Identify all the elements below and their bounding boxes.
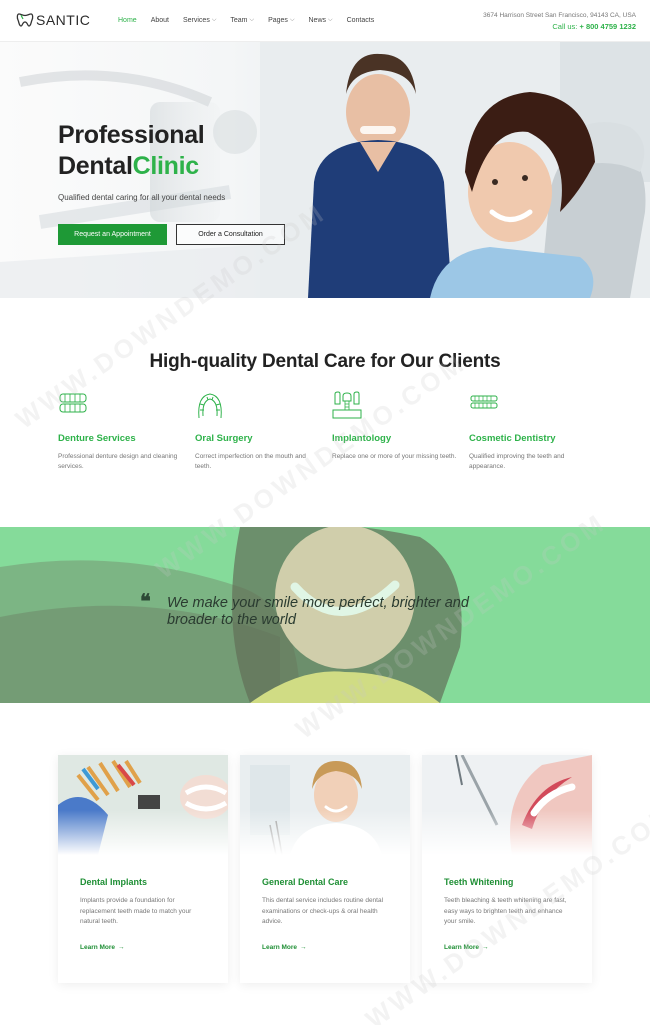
- order-consultation-button[interactable]: Order a Consultation: [176, 224, 285, 245]
- features-title: High-quality Dental Care for Our Clients: [149, 351, 501, 372]
- nav-label: Services: [182, 17, 210, 24]
- card-title: Teeth Whitening: [444, 877, 514, 887]
- phone-number: + 800 4759 1232: [579, 22, 636, 31]
- header-phone[interactable]: Call us: + 800 4759 1232: [552, 22, 636, 31]
- dentist-and-patient-photo: [260, 42, 650, 298]
- site-header: SANTIC Home About Services ⌵ Team ⌵ Pages ⌵…: [0, 0, 650, 42]
- nav-home[interactable]: Home: [118, 17, 137, 24]
- learn-more-label: Learn More: [262, 944, 298, 951]
- feature-title: Oral Surgery: [195, 433, 253, 444]
- chevron-down-icon: ⌵: [289, 17, 295, 23]
- hero-title-line2: DentalClinic: [58, 151, 204, 182]
- card-desc: Implants provide a foundation for replac…: [80, 897, 192, 925]
- feature-cosmetic-dentistry[interactable]: Cosmetic Dentistry Qualified improving t…: [469, 390, 599, 470]
- nav-contacts[interactable]: Contacts: [347, 17, 375, 24]
- call-label: Call us:: [552, 22, 578, 31]
- feature-desc: Correct imperfection on the mouth and te…: [195, 453, 306, 470]
- hero-title: Professional DentalClinic: [58, 120, 205, 182]
- learn-more-link[interactable]: Learn More →: [444, 944, 489, 951]
- card-desc: This dental service includes routine den…: [262, 897, 384, 925]
- feature-denture-services[interactable]: Denture Services Professional denture de…: [58, 390, 188, 470]
- card-title: Dental Implants: [80, 877, 148, 887]
- dental-implants-image: [58, 755, 228, 855]
- hero-title-dental: Dental: [58, 152, 133, 180]
- hero-section: Professional DentalClinic Qualified dent…: [0, 42, 650, 298]
- chevron-down-icon: ⌵: [249, 17, 255, 23]
- nav-label: News: [308, 17, 327, 24]
- card-title: General Dental Care: [262, 877, 349, 887]
- hero-title-clinic: Clinic: [132, 152, 200, 180]
- nav-label: Home: [118, 17, 137, 24]
- teeth-whitening-image: [422, 755, 592, 855]
- feature-desc: Professional denture design and cleaning…: [58, 453, 178, 470]
- header-address: 3674 Harrison Street San Francisco, 9414…: [483, 12, 636, 19]
- card-desc: Teeth bleaching & teeth whitening are fa…: [444, 897, 567, 925]
- chevron-down-icon: ⌵: [328, 17, 333, 23]
- arrow-right-icon: →: [118, 944, 125, 951]
- main-nav: Home About Services ⌵ Team ⌵ Pages ⌵ News ⌵ …: [118, 17, 388, 24]
- nav-label: Contacts: [346, 17, 375, 24]
- nav-label: Pages: [268, 17, 288, 24]
- feature-title: Denture Services: [58, 433, 136, 444]
- arrow-right-icon: →: [300, 944, 307, 951]
- denture-icon: [59, 393, 87, 413]
- nav-team[interactable]: Team ⌵: [230, 17, 254, 24]
- hero-subtitle: Qualified dental caring for all your den…: [58, 193, 226, 202]
- teeth-row-icon: [470, 395, 498, 409]
- card-dental-implants[interactable]: Dental Implants Implants provide a found…: [58, 755, 228, 983]
- chevron-down-icon: ⌵: [211, 17, 217, 23]
- feature-desc: Qualified improving the teeth and appear…: [469, 453, 565, 470]
- logo[interactable]: SANTIC: [16, 12, 90, 28]
- learn-more-label: Learn More: [444, 944, 480, 951]
- tooth-logo-icon: [16, 13, 34, 27]
- learn-more-link[interactable]: Learn More →: [80, 944, 125, 951]
- request-appointment-button[interactable]: Request an Appointment: [58, 224, 167, 245]
- nav-label: Team: [230, 17, 248, 24]
- nav-pages[interactable]: Pages ⌵: [268, 17, 294, 24]
- nav-about[interactable]: About: [151, 17, 169, 24]
- braces-icon: [198, 393, 222, 419]
- feature-oral-surgery[interactable]: Oral Surgery Correct imperfection on the…: [195, 390, 325, 470]
- quote-icon: ❝: [140, 589, 151, 613]
- learn-more-link[interactable]: Learn More →: [262, 944, 307, 951]
- feature-desc: Replace one or more of your missing teet…: [332, 453, 457, 460]
- implant-icon: [332, 391, 362, 419]
- feature-title: Cosmetic Dentistry: [469, 433, 556, 444]
- card-general-dental-care[interactable]: General Dental Care This dental service …: [240, 755, 410, 983]
- card-teeth-whitening[interactable]: Teeth Whitening Teeth bleaching & teeth …: [422, 755, 592, 983]
- nav-label: About: [150, 17, 169, 24]
- learn-more-label: Learn More: [80, 944, 116, 951]
- feature-implantology[interactable]: Implantology Replace one or more of your…: [332, 390, 462, 460]
- nav-news[interactable]: News ⌵: [309, 17, 333, 24]
- hero-title-line1: Professional: [58, 121, 205, 149]
- quote-text: We make your smile more perfect, brighte…: [167, 595, 469, 628]
- feature-title: Implantology: [332, 433, 392, 444]
- nav-services[interactable]: Services ⌵: [183, 17, 216, 24]
- logo-text: SANTIC: [36, 12, 91, 28]
- general-dental-care-image: [240, 755, 410, 855]
- arrow-right-icon: →: [482, 944, 489, 951]
